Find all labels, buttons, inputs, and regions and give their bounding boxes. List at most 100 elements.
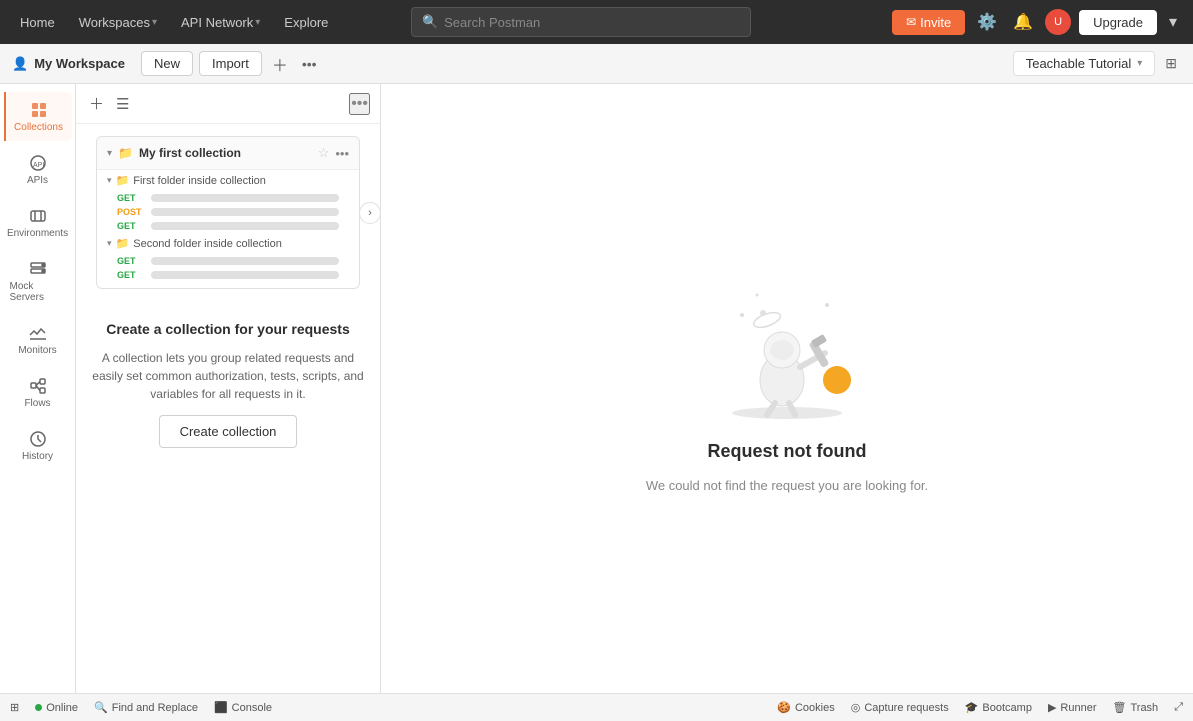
folder-icon: 📁	[116, 237, 130, 250]
nav-api-network[interactable]: API Network ▾	[173, 11, 268, 34]
runner-button[interactable]: ▶ Runner	[1048, 701, 1097, 714]
main-content: Request not found We could not find the …	[381, 84, 1193, 693]
folder-icon: 📁	[118, 146, 133, 160]
collections-panel: ＋ ☰ ••• ▾ 📁 My first collection ☆ •••	[76, 84, 381, 693]
settings-icon-button[interactable]: ⚙️	[973, 8, 1001, 36]
resize-icon[interactable]: ⤢	[1174, 701, 1183, 714]
runner-icon: ▶	[1048, 701, 1056, 714]
not-found-subtitle: We could not find the request you are lo…	[646, 478, 928, 493]
tab-right: Teachable Tutorial ▾ ⊞	[1013, 51, 1181, 76]
nav-workspaces[interactable]: Workspaces ▾	[71, 11, 165, 34]
method-badge: GET	[117, 221, 145, 231]
chevron-down-icon: ▾	[1137, 58, 1142, 69]
layout-grid-icon: ⊞	[10, 701, 19, 714]
sidebar-item-monitors[interactable]: Monitors	[4, 315, 72, 364]
find-replace-button[interactable]: 🔍 Find and Replace	[94, 701, 198, 714]
new-button[interactable]: New	[141, 51, 193, 76]
create-collection-title: Create a collection for your requests	[106, 321, 350, 337]
create-section: Create a collection for your requests A …	[76, 301, 380, 468]
sidebar-item-flows[interactable]: Flows	[4, 368, 72, 417]
star-icon[interactable]: ☆	[318, 145, 330, 161]
filter-icon[interactable]: ☰	[113, 92, 132, 116]
svg-text:API: API	[33, 162, 44, 169]
sidebar-item-apis[interactable]: API APIs	[4, 145, 72, 194]
collection-name: My first collection	[139, 146, 312, 160]
expand-icon: ⤢	[1174, 701, 1183, 714]
sidebar-item-collections[interactable]: Collections	[4, 92, 72, 141]
environments-icon	[28, 206, 48, 226]
layout-icon[interactable]: ⊞	[10, 701, 19, 714]
add-tab-icon[interactable]: ＋	[268, 48, 292, 80]
chevron-down-icon: ▾	[255, 17, 260, 28]
sidebar-toggle-icon[interactable]: ⊞	[1161, 51, 1181, 76]
status-indicator: Online	[35, 702, 78, 714]
method-badge: GET	[117, 270, 145, 280]
status-dot	[35, 704, 42, 711]
collection-more-icon[interactable]: •••	[335, 146, 349, 161]
request-row[interactable]: GET	[97, 268, 359, 288]
expand-arrow[interactable]: ›	[359, 202, 380, 224]
invite-button[interactable]: ✉ Invite	[892, 10, 965, 35]
sidebar-item-environments[interactable]: Environments	[4, 198, 72, 247]
bootcamp-button[interactable]: 🎓 Bootcamp	[965, 701, 1032, 714]
method-badge: GET	[117, 256, 145, 266]
request-row[interactable]: POST	[97, 205, 359, 219]
request-row[interactable]: GET	[97, 191, 359, 205]
folder-2-row[interactable]: ▾ 📁 Second folder inside collection	[97, 233, 359, 254]
invite-icon: ✉	[906, 15, 916, 29]
workspace-name[interactable]: 👤 My Workspace	[12, 56, 125, 72]
teachable-tab[interactable]: Teachable Tutorial ▾	[1013, 51, 1156, 76]
workspace-bar: 👤 My Workspace New Import ＋ ••• Teachabl…	[0, 44, 1193, 84]
capture-icon: ◎	[851, 701, 861, 714]
search-icon: 🔍	[422, 14, 438, 30]
bottom-bar: ⊞ Online 🔍 Find and Replace ⬛ Console 🍪 …	[0, 693, 1193, 721]
upgrade-button[interactable]: Upgrade	[1079, 10, 1157, 35]
collection-header[interactable]: ▾ 📁 My first collection ☆ •••	[97, 137, 359, 170]
not-found-illustration	[707, 285, 867, 425]
request-row[interactable]: GET	[97, 219, 359, 233]
trash-button[interactable]: 🗑 Trash	[1113, 701, 1159, 714]
avatar[interactable]: U	[1045, 9, 1071, 35]
user-icon: 👤	[12, 56, 28, 72]
search-icon: 🔍	[94, 701, 108, 714]
add-collection-icon[interactable]: ＋	[86, 90, 107, 117]
history-icon	[28, 429, 48, 449]
import-button[interactable]: Import	[199, 51, 262, 76]
search-input[interactable]	[444, 15, 740, 30]
method-badge: GET	[117, 193, 145, 203]
folder-1-row[interactable]: ▾ 📁 First folder inside collection	[97, 170, 359, 191]
notifications-icon-button[interactable]: 🔔	[1009, 8, 1037, 36]
chevron-down-icon: ▾	[107, 148, 112, 159]
nav-right-actions: ✉ Invite ⚙️ 🔔 U Upgrade ▾	[892, 8, 1181, 36]
more-options-icon[interactable]: ▾	[1165, 8, 1181, 36]
nav-explore[interactable]: Explore	[276, 11, 336, 34]
search-bar: 🔍	[411, 7, 751, 37]
collection-card: ▾ 📁 My first collection ☆ ••• ▾ 📁 First …	[96, 136, 360, 289]
panel-more-icon[interactable]: •••	[349, 93, 370, 115]
bootcamp-icon: 🎓	[965, 701, 979, 714]
cookies-button[interactable]: 🍪 Cookies	[777, 701, 834, 714]
create-collection-description: A collection lets you group related requ…	[92, 349, 364, 403]
collections-icon	[29, 100, 49, 120]
nav-home[interactable]: Home	[12, 11, 63, 34]
console-icon: ⬛	[214, 701, 228, 714]
cookie-icon: 🍪	[777, 701, 791, 714]
bottom-right-actions: 🍪 Cookies ◎ Capture requests 🎓 Bootcamp …	[777, 701, 1183, 714]
request-line	[151, 208, 339, 216]
trash-icon: 🗑	[1113, 701, 1127, 714]
method-badge: POST	[117, 207, 145, 217]
console-button[interactable]: ⬛ Console	[214, 701, 272, 714]
folder-icon: 📁	[116, 174, 130, 187]
monitors-icon	[28, 323, 48, 343]
chevron-down-icon: ▾	[107, 238, 112, 249]
panel-toolbar: ＋ ☰ •••	[76, 84, 380, 124]
chevron-down-icon: ▾	[107, 175, 112, 186]
request-row[interactable]: GET	[97, 254, 359, 268]
create-collection-button[interactable]: Create collection	[159, 415, 298, 448]
sidebar-item-history[interactable]: History	[4, 421, 72, 470]
workspace-actions: New Import ＋ •••	[141, 48, 321, 80]
more-tabs-icon[interactable]: •••	[298, 52, 321, 76]
sidebar-item-mock-servers[interactable]: Mock Servers	[4, 251, 72, 311]
capture-requests-button[interactable]: ◎ Capture requests	[851, 701, 949, 714]
chevron-down-icon: ▾	[152, 17, 157, 28]
